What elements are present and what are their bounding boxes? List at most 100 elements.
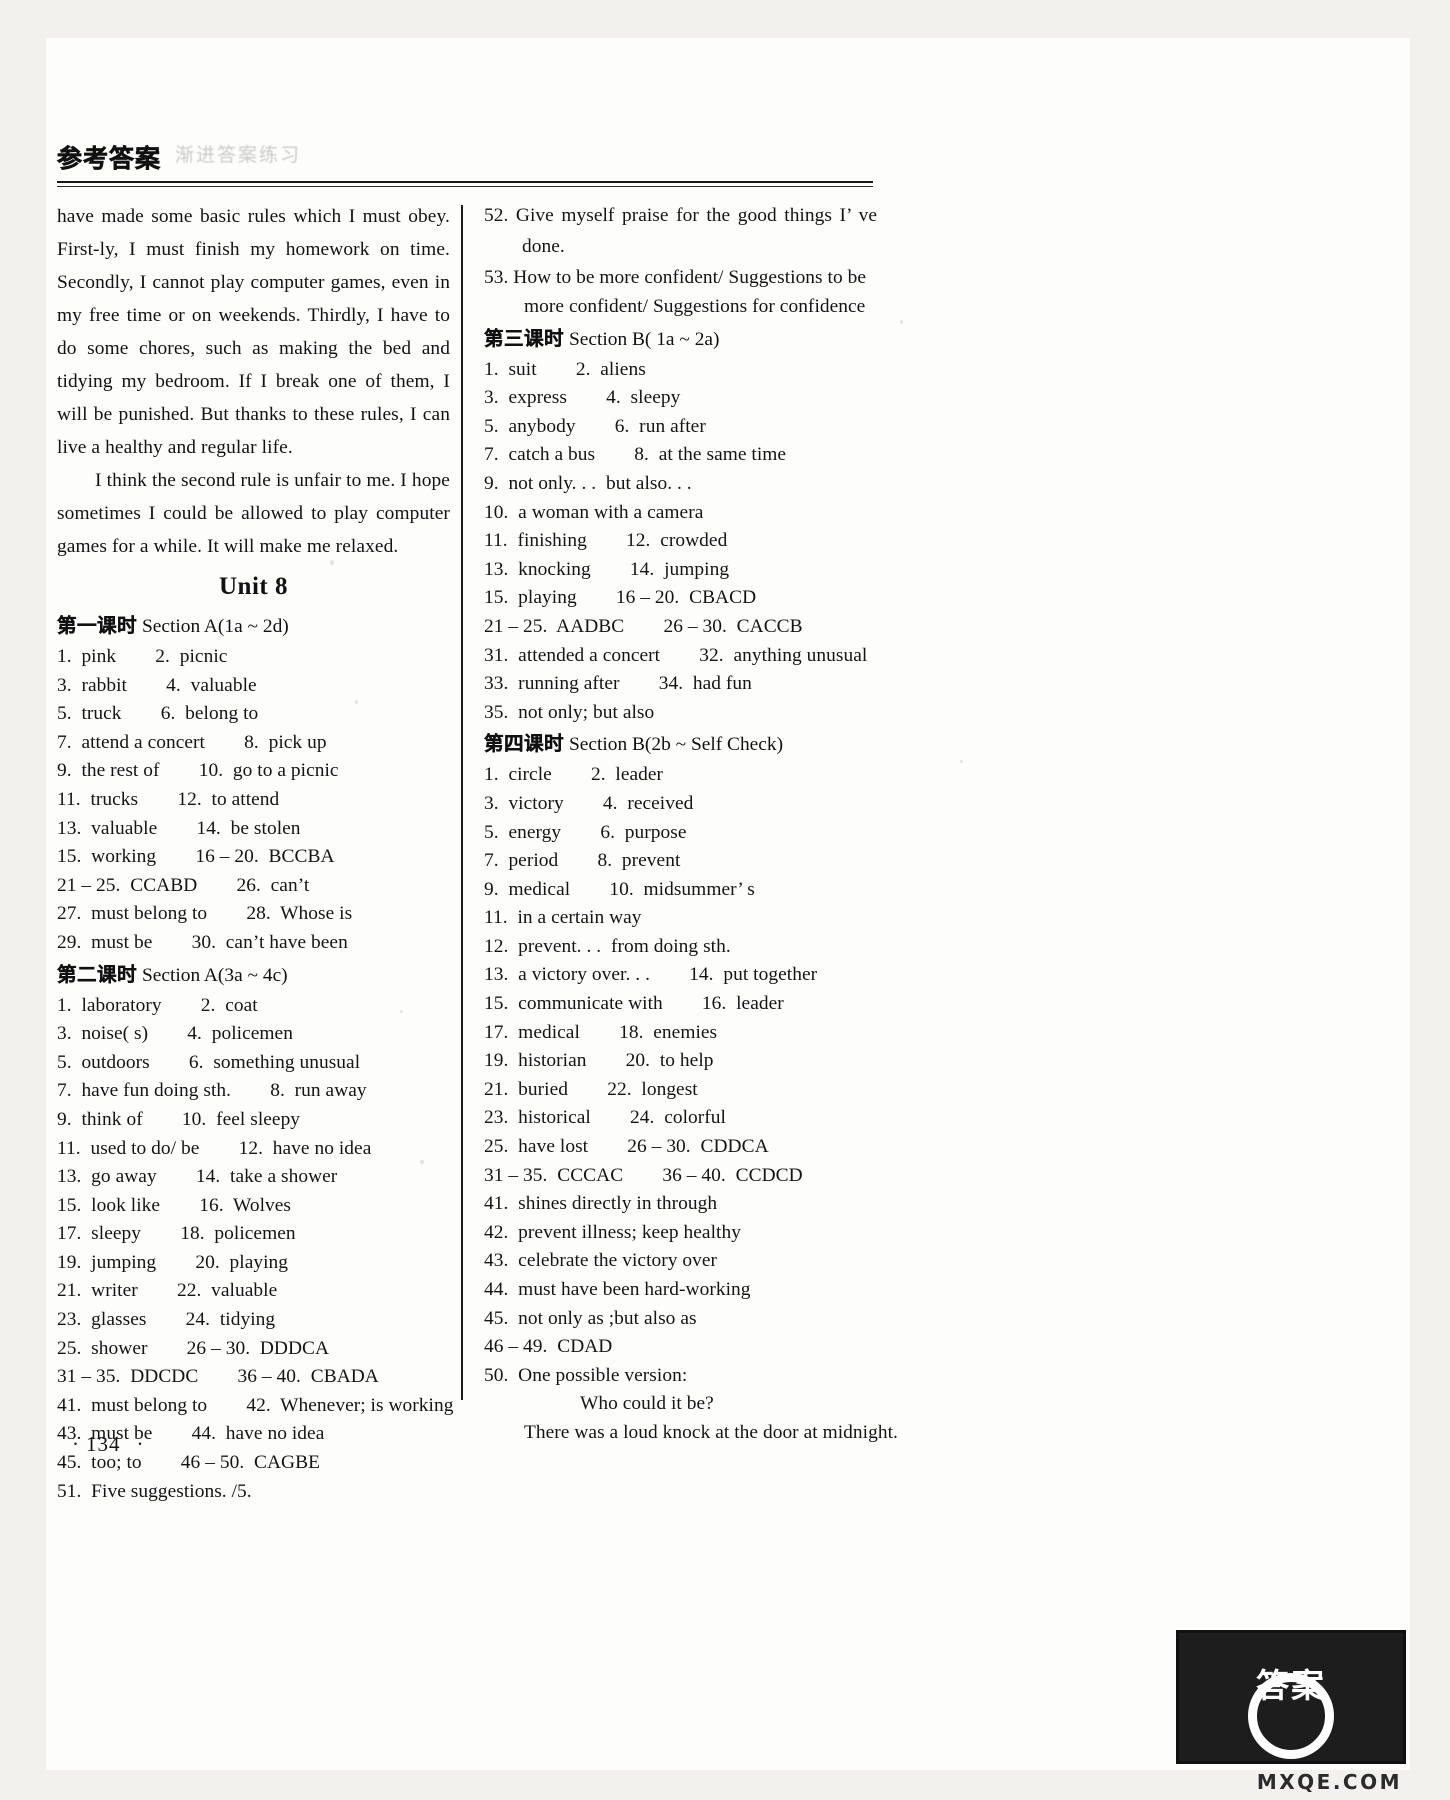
answer-line: 5. energy 6. purpose xyxy=(484,821,687,843)
answer-line: 13. a victory over. . . 14. put together xyxy=(484,964,818,986)
answer-line: 21 – 25. AADBC 26 – 30. CACCB xyxy=(484,615,803,637)
running-head-title-zh: 参考答案 xyxy=(57,144,162,173)
lesson-heading-1-en: Section A(1a ~ 2d) xyxy=(141,616,289,637)
unit-heading: Unit 8 xyxy=(219,573,288,600)
answer-line: 15. working 16 – 20. BCCBA xyxy=(57,846,335,868)
answer-line: 19. jumping 20. playing xyxy=(57,1251,289,1273)
lesson-heading-2-zh: 第二课时 xyxy=(57,962,137,986)
header-rule xyxy=(57,181,873,187)
scan-speck xyxy=(900,320,903,324)
answer-line: 45. not only as ;but also as xyxy=(484,1307,697,1329)
answer-line: 5. anybody 6. run after xyxy=(484,415,706,437)
answer-line: 11. in a certain way xyxy=(484,907,642,929)
answer-line: 15. look like 16. Wolves xyxy=(57,1194,292,1216)
answer-line: 9. not only. . . but also. . . xyxy=(484,472,692,494)
answer-line: 9. the rest of 10. go to a picnic xyxy=(57,760,339,782)
scan-edge-left xyxy=(0,0,46,1800)
answer-line: 15. playing 16 – 20. CBACD xyxy=(484,587,757,609)
answer-line: 7. catch a bus 8. at the same time xyxy=(484,444,787,466)
left-column: have made some basic rules which I must … xyxy=(57,200,454,1506)
scan-speck xyxy=(960,760,963,763)
answer-line: 15. communicate with 16. leader xyxy=(484,993,784,1015)
scan-edge-top xyxy=(0,0,1450,38)
answer-line: 46 – 49. CDAD xyxy=(484,1336,613,1358)
answer-line: 27. must belong to 28. Whose is xyxy=(57,903,353,925)
page-folio: · 134 · xyxy=(72,1432,145,1457)
answer-line: 19. historian 20. to help xyxy=(484,1050,714,1072)
publisher-logo: 答案 xyxy=(1176,1630,1406,1764)
answer-line: 3. rabbit 4. valuable xyxy=(57,674,257,696)
answer-line: 29. must be 30. can’t have been xyxy=(57,931,348,953)
answer-line: 3. express 4. sleepy xyxy=(484,387,681,409)
answer-line-52: 52. Give myself praise for the good thin… xyxy=(484,205,877,257)
answer-line: 12. prevent. . . from doing sth. xyxy=(484,935,731,957)
lesson-heading-3-zh: 第三课时 xyxy=(484,326,564,350)
paragraph-body-1: have made some basic rules which I must … xyxy=(57,206,450,458)
answer-line: 5. truck 6. belong to xyxy=(57,703,259,725)
answer-line: 13. knocking 14. jumping xyxy=(484,558,730,580)
answer-line: 51. Five suggestions. /5. xyxy=(57,1480,252,1502)
answer-line: 35. not only; but also xyxy=(484,701,655,723)
paragraph-body-2: I think the second rule is unfair to me.… xyxy=(57,470,450,557)
scan-edge-bottom xyxy=(0,1770,1450,1800)
answer-line: 33. running after 34. had fun xyxy=(484,673,752,695)
lesson-heading-4-zh: 第四课时 xyxy=(484,732,564,756)
site-watermark: MXQE.COM xyxy=(1256,1770,1402,1794)
answer-line: 7. have fun doing sth. 8. run away xyxy=(57,1080,367,1102)
answer-line-50b: There was a loud knock at the door at mi… xyxy=(524,1421,898,1443)
answer-line: 31. attended a concert 32. anything unus… xyxy=(484,644,868,666)
answer-line: 1. laboratory 2. coat xyxy=(57,994,258,1016)
answer-line: 25. have lost 26 – 30. CDDCA xyxy=(484,1136,769,1158)
answer-line: 3. victory 4. received xyxy=(484,792,694,814)
folio-dot-right: · xyxy=(136,1432,145,1456)
answer-line: 1. suit 2. aliens xyxy=(484,358,646,380)
answer-line: 42. prevent illness; keep healthy xyxy=(484,1221,741,1243)
answer-line: 23. glasses 24. tidying xyxy=(57,1309,276,1331)
answer-line: 1. circle 2. leader xyxy=(484,764,664,786)
answer-line: 11. finishing 12. crowded xyxy=(484,530,728,552)
answer-line: 11. trucks 12. to attend xyxy=(57,788,280,810)
answer-line: 31 – 35. CCCAC 36 – 40. CCDCD xyxy=(484,1164,803,1186)
lesson-heading-3: 第三课时 Section B( 1a ~ 2a) xyxy=(484,322,877,356)
answer-line: 41. must belong to 42. Whenever; is work… xyxy=(57,1394,454,1416)
answer-line: 17. sleepy 18. policemen xyxy=(57,1223,296,1245)
running-head-smudge: 渐进答案练习 xyxy=(175,144,302,166)
answer-line: 13. valuable 14. be stolen xyxy=(57,817,301,839)
answer-line: 25. shower 26 – 30. DDDCA xyxy=(57,1337,330,1359)
folio-dot-left: · xyxy=(72,1432,80,1456)
answer-line: 1. pink 2. picnic xyxy=(57,646,228,667)
answer-line: 13. go away 14. take a shower xyxy=(57,1166,338,1188)
lesson-heading-2-en: Section A(3a ~ 4c) xyxy=(141,964,288,986)
answer-line: 31 – 35. DDCDC 36 – 40. CBADA xyxy=(57,1366,379,1388)
answer-line: 43. celebrate the victory over xyxy=(484,1250,718,1272)
answer-line: 9. think of 10. feel sleepy xyxy=(57,1108,301,1130)
answer-line: 7. period 8. prevent xyxy=(484,850,681,872)
folio-number: 134 xyxy=(86,1432,121,1456)
answer-line: 21. writer 22. valuable xyxy=(57,1280,278,1302)
answer-line: 9. medical 10. midsummer’ s xyxy=(484,878,755,900)
answer-line: 44. must have been hard-working xyxy=(484,1279,751,1300)
answer-line: 5. outdoors 6. something unusual xyxy=(57,1051,361,1073)
lesson-heading-3-en: Section B( 1a ~ 2a) xyxy=(568,328,720,350)
answer-line: 21 – 25. CCABD 26. can’t xyxy=(57,874,310,896)
right-column: 52. Give myself praise for the good thin… xyxy=(484,200,898,1448)
lesson-heading-1-zh: 第一课时 xyxy=(57,614,137,637)
lesson-heading-4-en: Section B(2b ~ Self Check) xyxy=(568,734,784,756)
answer-line: 23. historical 24. colorful xyxy=(484,1107,726,1129)
logo-label: 答案 xyxy=(1256,1666,1326,1705)
answer-line: 11. used to do/ be 12. have no idea xyxy=(57,1137,372,1159)
answer-line: 3. noise( s) 4. policemen xyxy=(57,1023,293,1045)
lesson-heading-2: 第二课时 Section A(3a ~ 4c) xyxy=(57,958,450,992)
scan-edge-right xyxy=(1410,0,1450,1800)
running-head: 参考答案 渐进答案练习 xyxy=(57,140,877,196)
answer-line: 50. One possible version: xyxy=(484,1364,688,1386)
lesson-heading-1: 第一课时 Section A(1a ~ 2d) xyxy=(57,609,450,643)
answer-line-50a: Who could it be? xyxy=(580,1393,714,1415)
answer-line: 10. a woman with a camera xyxy=(484,501,704,523)
answer-line: 21. buried 22. longest xyxy=(484,1078,698,1100)
answer-line: 41. shines directly in through xyxy=(484,1193,718,1215)
column-divider xyxy=(461,205,463,1400)
document-page: 参考答案 渐进答案练习 have made some basic rules w… xyxy=(0,0,1450,1800)
answer-line-53b: more confident/ Suggestions for confiden… xyxy=(524,296,866,317)
answer-line-53a: 53. How to be more confident/ Suggestion… xyxy=(484,267,867,288)
